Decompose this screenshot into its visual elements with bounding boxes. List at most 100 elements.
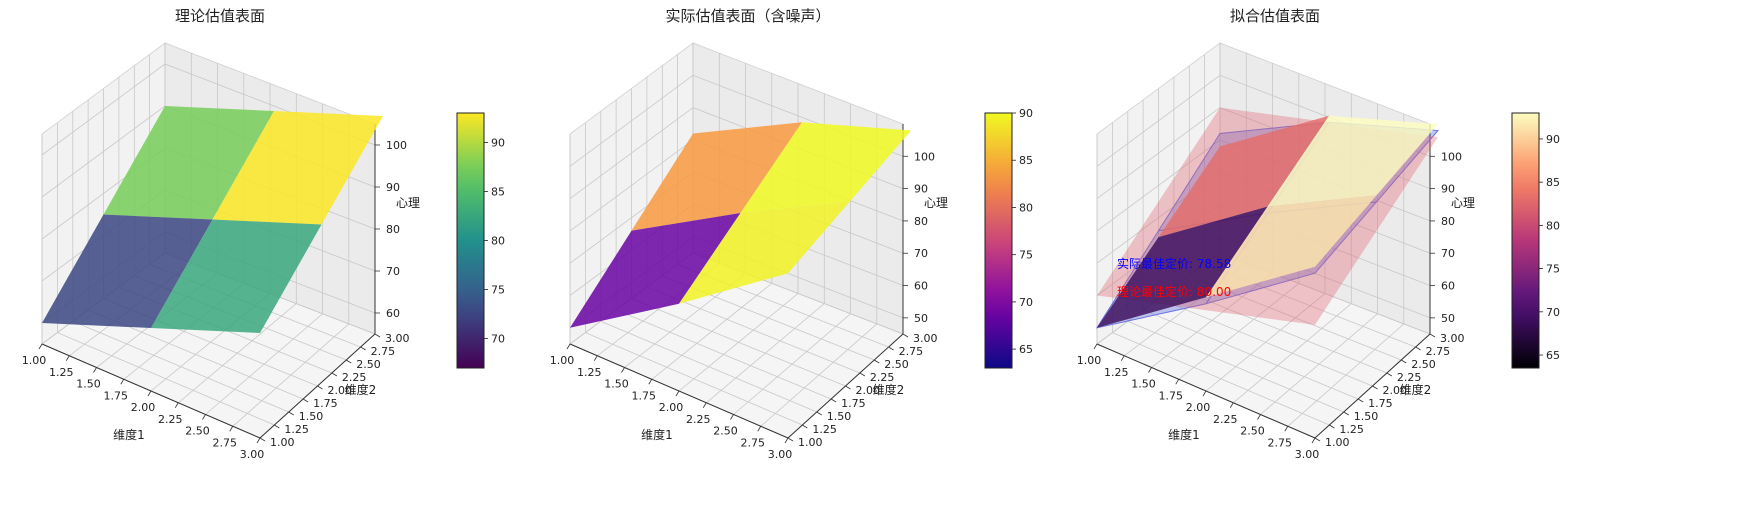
y-tick-mark [259, 437, 266, 442]
y-tick-label: 2.50 [884, 358, 909, 371]
colorbar-tick-label: 65 [1019, 343, 1033, 356]
x-tick-label: 1.25 [577, 366, 602, 379]
x-tick-mark [1257, 414, 1261, 420]
colorbar [456, 112, 485, 369]
colorbar-tick-label: 75 [1019, 249, 1033, 262]
y-tick-label: 3.00 [913, 332, 938, 345]
colorbar-tick-label: 85 [1019, 154, 1033, 167]
colorbar-tick-label: 75 [491, 284, 505, 297]
y-tick-mark [274, 424, 280, 429]
x-tick-label: 1.50 [76, 378, 101, 391]
z-axis-label: 心理 [924, 196, 948, 210]
x-tick-mark [147, 390, 152, 397]
y-tick-mark [374, 333, 381, 338]
x-tick-label: 2.00 [131, 401, 156, 414]
x-tick-label: 1.50 [604, 378, 629, 391]
x-tick-label: 1.75 [104, 389, 129, 402]
y-tick-mark [787, 437, 794, 442]
x-tick-mark [648, 379, 653, 385]
x-tick-label: 1.75 [632, 389, 657, 402]
colorbar-tick-label: 90 [491, 136, 505, 149]
z-tick-label: 80 [1441, 215, 1455, 228]
x-tick-mark [65, 355, 70, 361]
x-tick-label: 2.25 [158, 413, 183, 426]
y-tick-mark [1386, 372, 1393, 377]
z-tick-label: 60 [1441, 280, 1455, 293]
colorbar-tick-label: 65 [1546, 349, 1560, 362]
x-axis-label: 维度1 [1168, 427, 1200, 442]
colorbar-tick-label: 75 [1546, 263, 1560, 276]
y-tick-mark [859, 372, 866, 377]
y-tick-mark [331, 372, 338, 377]
z-tick-label: 60 [914, 280, 928, 293]
x-tick-label: 3.00 [240, 448, 265, 461]
z-tick-label: 80 [386, 223, 400, 236]
x-tick-mark [1093, 343, 1098, 350]
x-tick-label: 2.50 [713, 425, 738, 438]
x-tick-mark [784, 437, 789, 444]
y-axis-label: 维度2 [873, 382, 905, 397]
x-tick-mark [1284, 426, 1289, 432]
x-tick-label: 2.00 [659, 401, 684, 414]
colorbar-tick-label: 70 [1546, 306, 1560, 319]
z-tick-label: 100 [1441, 150, 1462, 163]
colorbar-tick-label: 85 [1546, 176, 1560, 189]
y-tick-mark [302, 398, 309, 403]
z-tick-label: 50 [914, 312, 928, 325]
x-tick-label: 1.00 [550, 354, 575, 367]
x-tick-label: 3.00 [768, 448, 793, 461]
z-tick-label: 70 [914, 247, 928, 260]
x-tick-mark [1120, 355, 1125, 361]
annotation-theory-optimal: 理论最佳定价: 80.00 [1117, 284, 1231, 299]
y-tick-mark [816, 411, 822, 416]
z-tick-label: 100 [386, 139, 407, 152]
y-tick-mark [802, 424, 808, 429]
z-tick-label: 50 [1441, 312, 1455, 325]
x-tick-mark [730, 414, 734, 420]
y-tick-mark [360, 346, 366, 351]
y-tick-label: 1.25 [812, 423, 837, 436]
annotation-actual-optimal: 实际最佳定价: 78.58 [1117, 256, 1231, 271]
x-tick-mark [1148, 367, 1152, 373]
y-tick-mark [1401, 359, 1407, 364]
colorbar-tick-label: 70 [491, 333, 505, 346]
colorbar [1511, 112, 1540, 369]
y-tick-mark [1357, 398, 1364, 403]
z-tick-label: 70 [1441, 247, 1455, 260]
x-tick-label: 1.00 [1077, 354, 1102, 367]
y-tick-label: 2.75 [371, 345, 396, 358]
y-tick-label: 2.50 [1411, 358, 1436, 371]
x-tick-mark [593, 355, 598, 361]
x-tick-label: 2.75 [741, 436, 766, 449]
y-tick-mark [317, 385, 323, 390]
x-tick-label: 2.25 [1213, 413, 1238, 426]
x-tick-label: 2.25 [686, 413, 711, 426]
subplot-title: 实际估值表面（含噪声） [665, 7, 830, 25]
x-tick-label: 1.75 [1159, 389, 1184, 402]
y-tick-mark [845, 385, 851, 390]
x-tick-mark [202, 414, 206, 420]
x-tick-mark [1229, 402, 1234, 408]
y-tick-mark [902, 333, 909, 338]
subplot-title: 理论估值表面 [175, 7, 265, 25]
x-tick-mark [1175, 379, 1180, 385]
x-tick-mark [757, 426, 762, 432]
y-tick-mark [874, 359, 880, 364]
y-tick-mark [1343, 411, 1349, 416]
y-tick-mark [1314, 437, 1321, 442]
y-tick-label: 2.75 [1426, 345, 1451, 358]
y-tick-label: 1.50 [827, 410, 852, 423]
x-tick-label: 2.75 [1268, 436, 1293, 449]
x-tick-mark [566, 343, 571, 350]
y-tick-label: 1.75 [1368, 397, 1393, 410]
x-tick-label: 2.00 [1186, 401, 1211, 414]
x-axis-label: 维度1 [641, 427, 673, 442]
y-tick-label: 2.75 [899, 345, 924, 358]
y-tick-label: 1.00 [798, 436, 823, 449]
y-tick-label: 1.75 [313, 397, 338, 410]
z-axis-label: 心理 [396, 196, 420, 210]
x-tick-mark [621, 367, 625, 373]
y-tick-mark [1429, 333, 1436, 338]
subplot-title: 拟合估值表面 [1230, 7, 1320, 25]
colorbar-tick-label: 80 [1546, 219, 1560, 232]
